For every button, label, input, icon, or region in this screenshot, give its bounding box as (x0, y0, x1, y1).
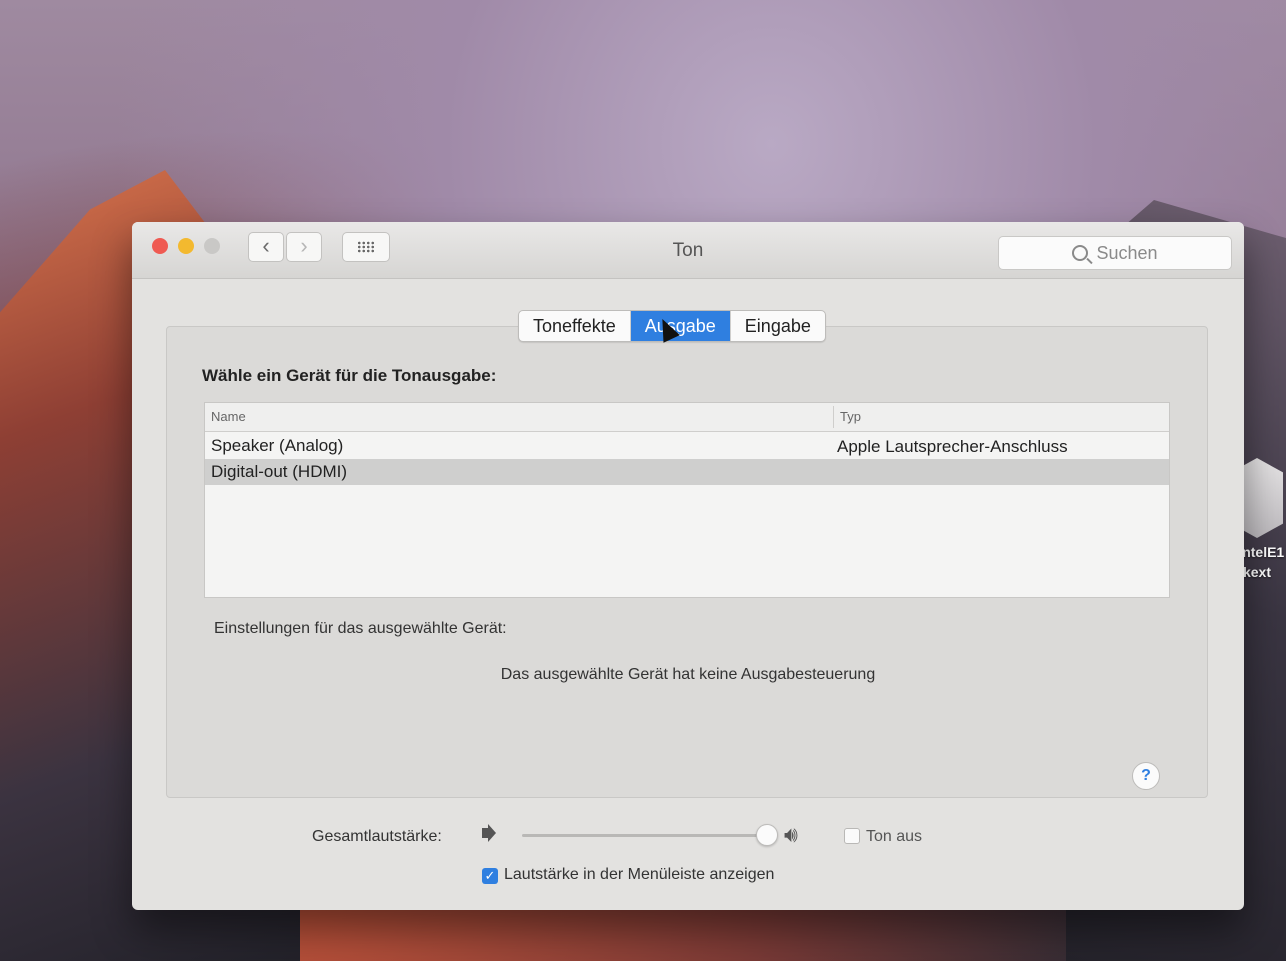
device-name: Digital-out (HDMI) (211, 462, 348, 481)
speaker-low-icon (482, 828, 490, 838)
table-header: Name Typ (205, 403, 1169, 432)
mute-label: Ton aus (866, 828, 923, 845)
device-type: Apple Lautsprecher-Anschluss (837, 437, 1068, 456)
search-placeholder: Suchen (1096, 242, 1158, 263)
output-device-table[interactable]: Name Typ Speaker (Analog) Apple Lautspre… (204, 402, 1170, 598)
titlebar: ‹ › Ton Suchen (132, 222, 1244, 279)
search-icon (1072, 245, 1089, 261)
tab-toneffekte[interactable]: Toneffekte (519, 311, 631, 341)
volume-slider[interactable] (522, 834, 766, 837)
no-output-control-message: Das ausgewählte Gerät hat keine Ausgabes… (500, 666, 876, 683)
speaker-high-icon: 🔊︎ (784, 822, 798, 847)
volume-label: Gesamtlautstärke: (312, 828, 442, 845)
column-header-name[interactable]: Name (211, 409, 246, 424)
tab-eingabe[interactable]: Eingabe (731, 311, 825, 341)
table-row[interactable]: Speaker (Analog) Apple Lautsprecher-Ansc… (205, 433, 1169, 459)
table-row-selected[interactable]: Digital-out (HDMI) (205, 459, 1169, 485)
tab-ausgabe[interactable]: Ausgabe (630, 311, 731, 341)
volume-slider-thumb[interactable] (756, 824, 778, 846)
device-name: Speaker (Analog) (211, 436, 344, 455)
show-volume-in-menubar-label: Lautstärke in der Menüleiste anzeigen (504, 866, 775, 883)
show-volume-in-menubar-checkbox[interactable]: ✓ (482, 868, 498, 884)
device-settings-label: Einstellungen für das ausgewählte Gerät: (214, 620, 507, 637)
mute-checkbox[interactable] (844, 828, 860, 844)
sound-preferences-window: ‹ › Ton Suchen Toneffekte Ausgabe Eingab… (132, 222, 1244, 910)
column-header-type[interactable]: Typ (833, 406, 861, 428)
checkmark-icon: ✓ (484, 868, 496, 883)
search-field[interactable]: Suchen (998, 236, 1232, 270)
help-button[interactable]: ? (1132, 762, 1160, 790)
output-heading: Wähle ein Gerät für die Tonausgabe: (202, 366, 497, 385)
